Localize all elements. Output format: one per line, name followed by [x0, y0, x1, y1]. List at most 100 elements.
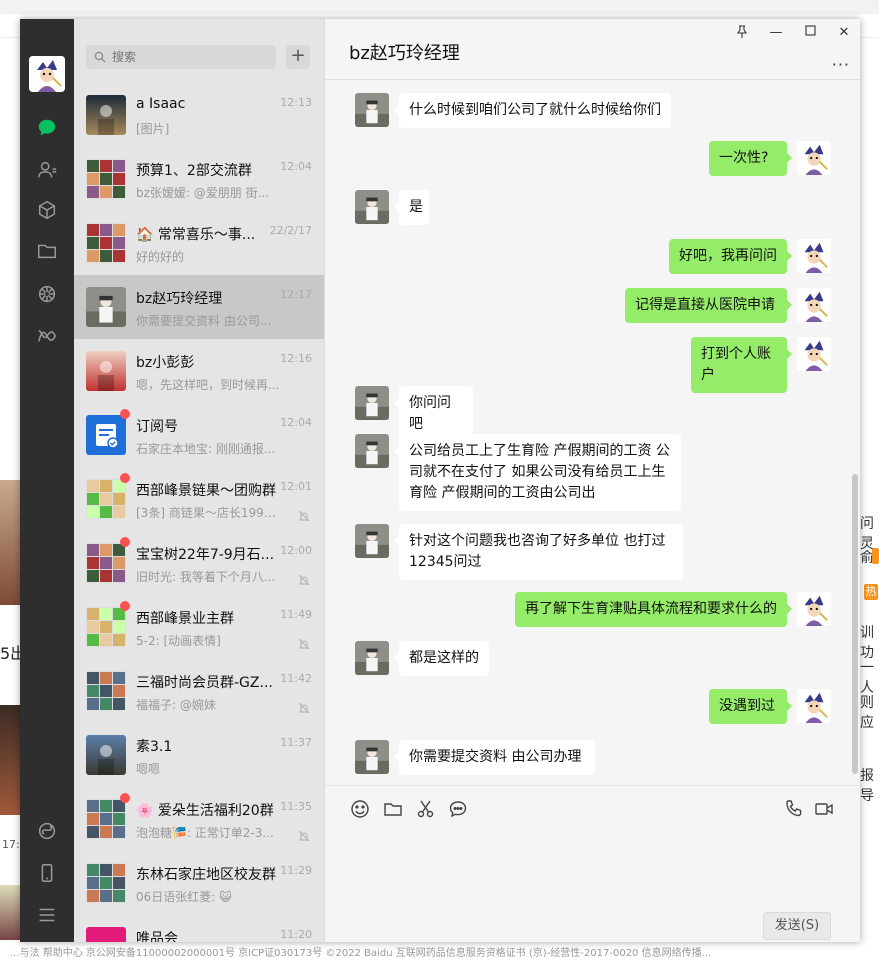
chat-list-item[interactable]: 东林石家庄地区校友群 11:29 06日语张红菱: 😺 [74, 851, 324, 915]
chat-time: 12:04 [280, 416, 312, 429]
phone-icon[interactable] [34, 860, 60, 886]
more-options-button[interactable]: ··· [832, 55, 850, 74]
sender-avatar[interactable] [797, 141, 831, 175]
message-bubble[interactable]: 是 [394, 190, 429, 225]
video-icon[interactable] [813, 798, 835, 820]
mini-program-icon[interactable] [34, 818, 60, 844]
send-button[interactable]: 发送(S) [763, 912, 831, 940]
chat-icon[interactable] [34, 115, 60, 141]
folder-icon[interactable] [382, 798, 404, 820]
message-received: 你需要提交资料 由公司办理 [325, 740, 860, 775]
chat-avatar [86, 159, 126, 199]
message-bubble[interactable]: 一次性? [709, 141, 792, 176]
chat-list-item[interactable]: 三福时尚会员群-GZ... 11:42 福福子: @婉妹 [74, 659, 324, 723]
wechat-window: + a Isaac 12:13 [图片] 预算1、2部交流群 12:04 bz张嫒嫒: @… [20, 19, 860, 942]
contacts-icon[interactable] [34, 157, 60, 183]
message-bubble[interactable]: 都是这样的 [394, 641, 489, 676]
sender-avatar[interactable] [355, 740, 389, 774]
sender-avatar[interactable] [355, 641, 389, 675]
chat-preview: bz张嫒嫒: @爱朋朋 街... [136, 186, 270, 200]
message-received: 公司给员工上了生育险 产假期间的工资 公司就不在支付了 如果公司没有给员工上生育… [325, 434, 860, 511]
start-group-chat-button[interactable]: + [286, 45, 310, 69]
chat-preview: [3条] 商链果～店长1993... [136, 506, 282, 520]
sender-avatar[interactable] [797, 592, 831, 626]
channels-icon[interactable] [34, 323, 60, 349]
chat-list-item[interactable]: a Isaac 12:13 [图片] [74, 83, 324, 147]
chat-list-item[interactable]: 🌸 爱朵生活福利20群 11:35 泡泡糖🎏: 正常订单2-3... [74, 787, 324, 851]
message-sent: 没遇到过 [325, 689, 860, 724]
unread-dot [120, 409, 130, 419]
message-bubble[interactable]: 再了解下生育津贴具体流程和要求什么的 [515, 592, 792, 627]
close-button[interactable]: ✕ [834, 25, 854, 41]
sender-avatar[interactable] [355, 93, 389, 127]
chat-preview: 福福子: @婉妹 [136, 698, 216, 712]
sender-avatar[interactable] [355, 434, 389, 468]
chat-time: 11:29 [280, 864, 312, 877]
message-area[interactable]: 什么时候到咱们公司了就什么时候给你们一次性? 是好吧，我再问问记得是直接从医院申请… [325, 80, 860, 785]
emoji-icon[interactable] [349, 798, 371, 820]
bubble-icon[interactable] [447, 798, 469, 820]
search-icon [94, 51, 106, 63]
chat-avatar [86, 671, 126, 711]
scissors-icon[interactable] [415, 798, 437, 820]
call-icon[interactable] [783, 798, 805, 820]
sender-avatar[interactable] [797, 239, 831, 273]
message-bubble[interactable]: 打到个人账户 [691, 337, 792, 393]
message-bubble[interactable]: 没遇到过 [709, 689, 792, 724]
minimize-button[interactable]: — [766, 25, 786, 41]
chat-name: a Isaac [136, 96, 186, 112]
chat-list-item[interactable]: 宝宝树22年7-9月石... 12:00 旧时光: 我等着下个月八... [74, 531, 324, 595]
chat-list-item[interactable]: 西部峰景链果～团购群 12:01 [3条] 商链果～店长1993... [74, 467, 324, 531]
files-icon[interactable] [34, 238, 60, 264]
message-sent: 一次性? [325, 141, 860, 176]
message-sent: 打到个人账户 [325, 337, 860, 393]
chat-avatar [86, 607, 126, 647]
message-bubble[interactable]: 你需要提交资料 由公司办理 [394, 740, 595, 775]
my-avatar[interactable] [29, 56, 65, 92]
search-box[interactable] [86, 45, 276, 69]
chat-list-item[interactable]: 唯品会 11:20 [74, 915, 324, 942]
chat-avatar [86, 735, 126, 775]
moments-icon[interactable] [34, 281, 60, 307]
maximize-button[interactable] [800, 25, 820, 41]
chat-avatar [86, 223, 126, 263]
sender-avatar[interactable] [355, 190, 389, 224]
chat-name: 预算1、2部交流群 [136, 163, 252, 179]
chat-list-item[interactable]: 订阅号 12:04 石家庄本地宝: 刚刚通报... [74, 403, 324, 467]
sender-avatar[interactable] [797, 288, 831, 322]
chat-name: 西部峰景业主群 [136, 611, 234, 627]
search-input[interactable] [112, 50, 262, 64]
collections-icon[interactable] [34, 197, 60, 223]
sender-avatar[interactable] [797, 337, 831, 371]
background-text: 17: [2, 838, 20, 851]
message-bubble[interactable]: 记得是直接从医院申请 [625, 288, 792, 323]
message-bubble[interactable]: 公司给员工上了生育险 产假期间的工资 公司就不在支付了 如果公司没有给员工上生育… [394, 434, 681, 511]
message-bubble[interactable]: 好吧，我再问问 [669, 239, 792, 274]
sender-avatar[interactable] [355, 524, 389, 558]
unread-dot [120, 537, 130, 547]
mute-icon [298, 507, 310, 522]
message-sent: 记得是直接从医院申请 [325, 288, 860, 323]
chat-list-item[interactable]: bz赵巧玲经理 12:17 你需要提交资料 由公司... [74, 275, 324, 339]
sender-avatar[interactable] [797, 689, 831, 723]
pin-icon[interactable] [732, 25, 752, 41]
chat-time: 11:49 [280, 608, 312, 621]
message-scrollbar[interactable] [852, 474, 858, 774]
chat-list-item[interactable]: 预算1、2部交流群 12:04 bz张嫒嫒: @爱朋朋 街... [74, 147, 324, 211]
message-bubble[interactable]: 针对这个问题我也咨询了好多单位 也打过12345问过 [394, 524, 683, 580]
chat-name: bz赵巧玲经理 [136, 291, 223, 307]
chat-list-item[interactable]: 素3.1 11:37 嗯嗯 [74, 723, 324, 787]
background-footer: ...与法 帮助中心 京公网安备11000002000001号 京ICP证030… [10, 948, 712, 959]
mute-icon [298, 635, 310, 650]
chat-list-item[interactable]: bz小彭彭 12:16 嗯，先这样吧，到时候再... [74, 339, 324, 403]
input-area[interactable]: 发送(S) [325, 785, 860, 942]
chat-name: 素3.1 [136, 739, 173, 755]
chat-name: 东林石家庄地区校友群 [136, 867, 276, 883]
sender-avatar[interactable] [355, 386, 389, 420]
menu-icon[interactable] [34, 902, 60, 928]
chat-list-item[interactable]: 西部峰景业主群 11:49 5-2: [动画表情] [74, 595, 324, 659]
message-bubble[interactable]: 什么时候到咱们公司了就什么时候给你们 [394, 93, 671, 128]
chat-list-item[interactable]: 🏠 常常喜乐～事... 22/2/17 好的好的 [74, 211, 324, 275]
chat-time: 12:01 [280, 480, 312, 493]
chat-preview: 嗯嗯 [136, 762, 161, 776]
